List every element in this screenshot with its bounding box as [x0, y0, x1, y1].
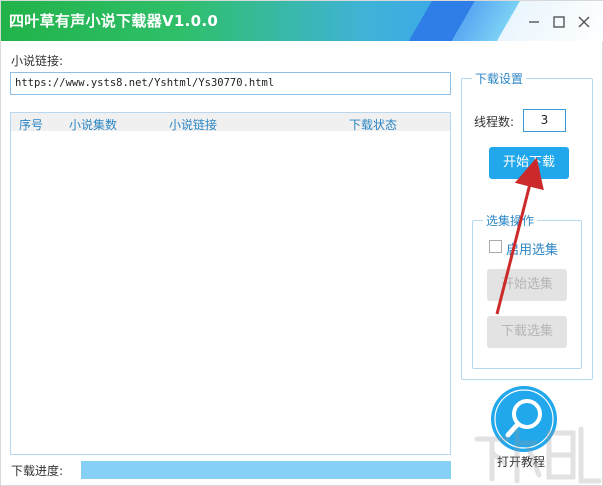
episode-select-legend: 选集操作 — [483, 212, 538, 229]
download-progress-fill — [81, 461, 451, 479]
thread-count-input[interactable]: 3 — [523, 109, 566, 132]
app-window: 四叶草有声小说下载器V1.0.0 小说链接: https://www.ysts8… — [0, 0, 603, 486]
watermark-logo — [474, 426, 602, 484]
download-select-button[interactable]: 下载选集 — [487, 316, 567, 348]
download-progress-bar — [81, 461, 451, 479]
maximize-icon[interactable] — [550, 13, 568, 31]
column-header-link[interactable]: 小说链接 — [169, 116, 217, 133]
enable-select-label[interactable]: 启用选集 — [506, 239, 558, 258]
column-header-index[interactable]: 序号 — [19, 116, 43, 133]
close-icon[interactable] — [575, 13, 593, 31]
title-bar: 四叶草有声小说下载器V1.0.0 — [1, 1, 603, 41]
start-download-button[interactable]: 开始下载 — [489, 147, 569, 179]
thread-count-label: 线程数: — [474, 115, 515, 129]
title-bar-decoration — [389, 1, 603, 41]
column-header-status[interactable]: 下载状态 — [349, 116, 397, 133]
download-progress-label: 下载进度: — [11, 464, 64, 478]
enable-select-checkbox[interactable] — [489, 240, 502, 253]
minimize-icon[interactable] — [525, 13, 543, 31]
novel-link-label: 小说链接: — [11, 54, 64, 68]
download-settings-legend: 下载设置 — [472, 70, 527, 87]
column-header-episode[interactable]: 小说集数 — [69, 116, 117, 133]
start-select-button[interactable]: 开始选集 — [487, 269, 567, 301]
table-header: 序号 小说集数 小说链接 下载状态 — [11, 113, 450, 133]
episode-table[interactable]: 序号 小说集数 小说链接 下载状态 — [10, 112, 451, 455]
window-title: 四叶草有声小说下载器V1.0.0 — [9, 12, 219, 30]
novel-link-input[interactable]: https://www.ysts8.net/Yshtml/Ys30770.htm… — [10, 72, 451, 95]
